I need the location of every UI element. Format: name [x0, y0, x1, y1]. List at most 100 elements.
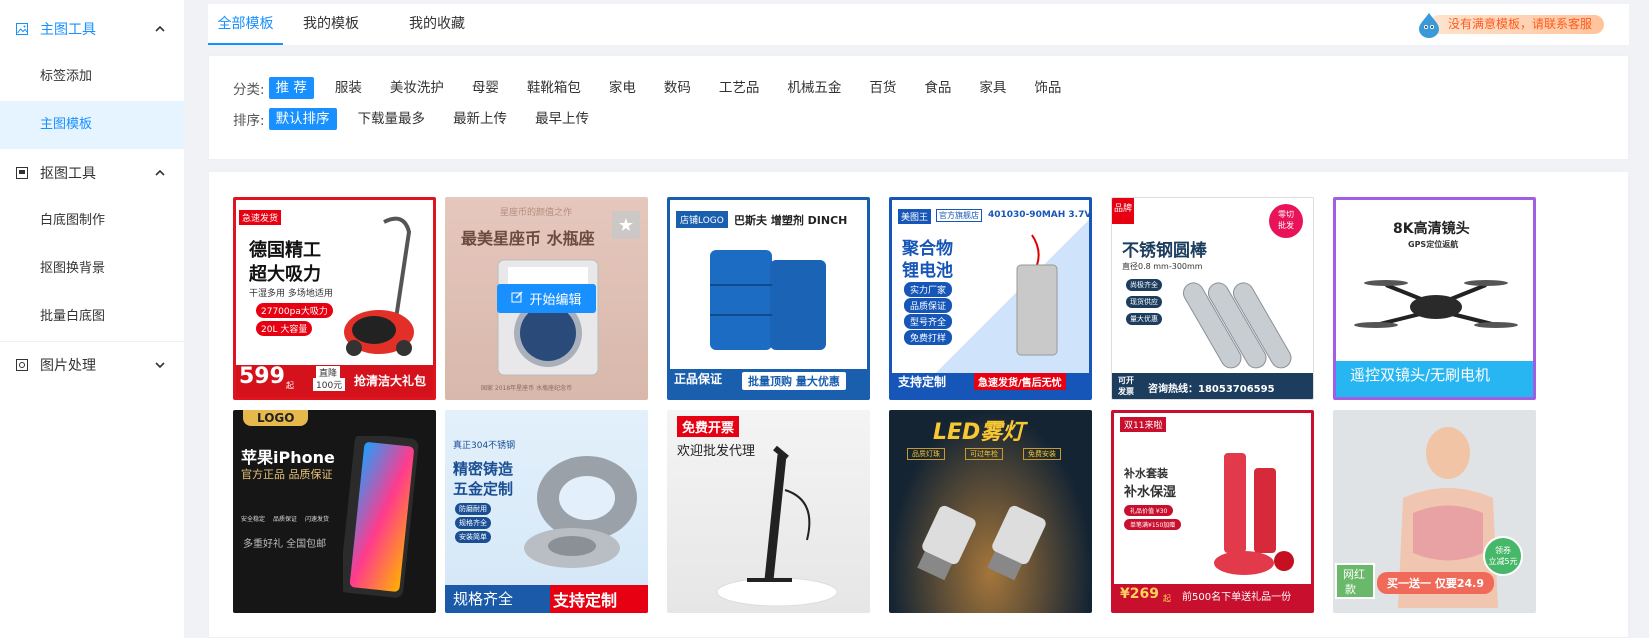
- card-point: 规格齐全: [455, 517, 491, 529]
- sort-chip[interactable]: 默认排序: [268, 108, 337, 130]
- start-edit-button[interactable]: 开始编辑: [497, 284, 596, 313]
- card-point: 防磨耐用: [455, 503, 491, 515]
- template-card[interactable]: 真正304不锈钢 精密铸造 五金定制 防磨耐用 规格齐全 安装简单 规格齐全 支…: [445, 410, 648, 613]
- category-chip[interactable]: 服装: [328, 77, 369, 99]
- category-chip[interactable]: 推 荐: [268, 77, 314, 99]
- sidebar-item-white-bg[interactable]: 白底图制作: [0, 197, 184, 245]
- contact-support-link[interactable]: 没有满意模板，请联系客服: [1416, 12, 1604, 38]
- category-chip[interactable]: 家电: [602, 77, 643, 99]
- sidebar-item-label: 批量白底图: [40, 309, 106, 324]
- card-subtitle: 单笔满¥150加赠: [1124, 519, 1182, 530]
- sidebar-item-batch-white-bg[interactable]: 批量白底图: [0, 293, 184, 341]
- filter-panel: 分类: 推 荐 服装 美妆洗护 母婴 鞋靴箱包 家电 数码 工艺品 机械五金 百…: [208, 55, 1629, 160]
- template-card[interactable]: 星座币的颜值之作 最美星座币 水瓶座 国家 2018年星座币 水瓶座纪念币 ★ …: [445, 197, 648, 400]
- card-title: 德国精工: [249, 240, 321, 261]
- card-subtitle: 官方正品 品质保证: [241, 468, 333, 481]
- sidebar-item-main-templates[interactable]: 主图模板: [0, 101, 184, 149]
- card-point: 实力厂家: [904, 282, 953, 297]
- category-chip[interactable]: 鞋靴箱包: [520, 77, 588, 99]
- favorite-button[interactable]: ★: [612, 211, 640, 239]
- template-card[interactable]: LOGO 苹果iPhone 官方正品 品质保证 安全稳定 品质保证 闪速发货 多…: [233, 410, 436, 613]
- tab-label: 我的收藏: [409, 16, 465, 32]
- sort-chip[interactable]: 下载量最多: [351, 108, 433, 130]
- sidebar-item-label-add[interactable]: 标签添加: [0, 53, 184, 101]
- card-feature: 安全稳定: [241, 516, 266, 523]
- card-title: LED雾灯: [933, 420, 1025, 445]
- card-point: 可过年检: [965, 448, 1003, 460]
- category-chip[interactable]: 百货: [862, 77, 903, 99]
- card-store: 官方旗舰店: [936, 209, 982, 222]
- cosmetics-icon: [1204, 443, 1304, 587]
- card-tag: 款: [1345, 583, 1356, 596]
- card-title: 最美星座币 水瓶座: [461, 229, 595, 248]
- tab-label: 我的模板: [303, 16, 359, 32]
- card-footer-text: 多重好礼 全国包邮: [243, 539, 327, 550]
- template-card[interactable]: 8K高清镜头 GPS定位返航 遥控双镜头/无刷电机: [1333, 197, 1536, 400]
- battery-icon: [1002, 230, 1072, 364]
- card-caption: 国家 2018年星座币 水瓶座纪念币: [481, 385, 573, 392]
- coin-icon: [493, 255, 603, 384]
- barrel-icon: [700, 240, 840, 364]
- card-title: 锂电池: [902, 261, 953, 281]
- sidebar-group-label: 图片处理: [40, 358, 96, 374]
- card-footer-text: 批量顶购 量大优惠: [742, 372, 846, 390]
- category-chip[interactable]: 家具: [972, 77, 1013, 99]
- sidebar-group-main-image-tools[interactable]: 主图工具: [0, 5, 184, 53]
- sidebar-group-cutout-tools[interactable]: 抠图工具: [0, 149, 184, 197]
- card-brand: 美图王: [898, 209, 932, 224]
- card-point: 尚极齐全: [1126, 279, 1162, 291]
- card-footer-text: 发票: [1118, 387, 1134, 396]
- card-title: 补水保湿: [1124, 485, 1177, 500]
- card-subtitle: 干湿多用 多场地适用: [249, 289, 333, 299]
- card-point: 品质保证: [904, 298, 953, 313]
- tab-my-templates[interactable]: 我的模板: [297, 4, 365, 45]
- card-footer-text: 急速发货/售后无忧: [974, 373, 1066, 390]
- mascot-icon: [1416, 12, 1442, 38]
- sidebar-item-label: 标签添加: [40, 69, 93, 84]
- category-chip[interactable]: 机械五金: [780, 77, 848, 99]
- category-chip[interactable]: 美妆洗护: [383, 77, 451, 99]
- card-point: 免费打样: [904, 330, 953, 345]
- template-card[interactable]: 美图王 官方旗舰店 401030-90MAH 3.7V 聚合物 锂电池 实力厂家…: [889, 197, 1092, 400]
- card-badge: 零切 批发: [1269, 204, 1303, 238]
- tab-all-templates[interactable]: 全部模板: [208, 4, 283, 45]
- template-card[interactable]: 免费开票 欢迎批发代理: [667, 410, 870, 613]
- category-chip[interactable]: 工艺品: [712, 77, 767, 99]
- card-footer-text: 买一送一 仅要24.9: [1377, 572, 1494, 594]
- card-title: 精密铸造: [453, 460, 514, 478]
- tab-my-favorites[interactable]: 我的收藏: [403, 4, 471, 45]
- card-point: 量大优惠: [1126, 313, 1162, 325]
- start-edit-label: 开始编辑: [529, 293, 582, 308]
- sidebar-item-label: 抠图换背景: [40, 261, 106, 276]
- category-chip[interactable]: 饰品: [1027, 77, 1068, 99]
- template-card[interactable]: 品牌 零切 批发 不锈钢圆棒 直径0.8 mm-300mm 尚极齐全 现货供应 量…: [1111, 197, 1314, 400]
- sidebar-item-change-bg[interactable]: 抠图换背景: [0, 245, 184, 293]
- chevron-down-icon: [154, 359, 166, 371]
- card-price: ¥269: [1120, 586, 1159, 602]
- card-footer-text: 前500名下单送礼品一份: [1182, 592, 1292, 603]
- card-point: 品质灯珠: [907, 448, 945, 460]
- template-card[interactable]: 领券 立减5元 网红 款 买一送一 仅要24.9: [1333, 410, 1536, 613]
- card-title: 补水套装: [1124, 467, 1168, 480]
- contact-support-text: 没有满意模板，请联系客服: [1429, 15, 1604, 34]
- template-card[interactable]: LED雾灯 品质灯珠 可过年检 免费安装: [889, 410, 1092, 613]
- sidebar-group-image-processing[interactable]: 图片处理: [0, 341, 184, 389]
- template-card[interactable]: 急速发货 德国精工 超大吸力 干湿多用 多场地适用 27700pa大吸力 20L…: [233, 197, 436, 400]
- card-title: 巴斯夫 增塑剂 DINCH: [734, 214, 848, 227]
- card-price-unit: 起: [1163, 594, 1171, 603]
- template-card[interactable]: 店铺LOGO 巴斯夫 增塑剂 DINCH 正品保证 批量顶购 量大优惠: [667, 197, 870, 400]
- card-feature: 闪速发货: [305, 516, 330, 523]
- sort-chip[interactable]: 最早上传: [528, 108, 596, 130]
- category-chip[interactable]: 数码: [657, 77, 698, 99]
- card-tag: 双11来啦: [1120, 417, 1167, 432]
- sort-chip[interactable]: 最新上传: [446, 108, 514, 130]
- card-model: 401030-90MAH 3.7V: [988, 210, 1092, 220]
- category-filter-row: 分类: 推 荐 服装 美妆洗护 母婴 鞋靴箱包 家电 数码 工艺品 机械五金 百…: [233, 77, 1082, 99]
- category-chip[interactable]: 母婴: [465, 77, 506, 99]
- category-chip[interactable]: 食品: [917, 77, 958, 99]
- sidebar-group-label: 抠图工具: [40, 166, 96, 182]
- card-badge-line: 零切: [1278, 210, 1294, 219]
- template-card[interactable]: 双11来啦 补水套装 补水保湿 礼品价值 ¥30 单笔满¥150加赠 ¥269 …: [1111, 410, 1314, 613]
- chevron-up-icon: [154, 167, 166, 179]
- card-point: 现货供应: [1126, 296, 1162, 308]
